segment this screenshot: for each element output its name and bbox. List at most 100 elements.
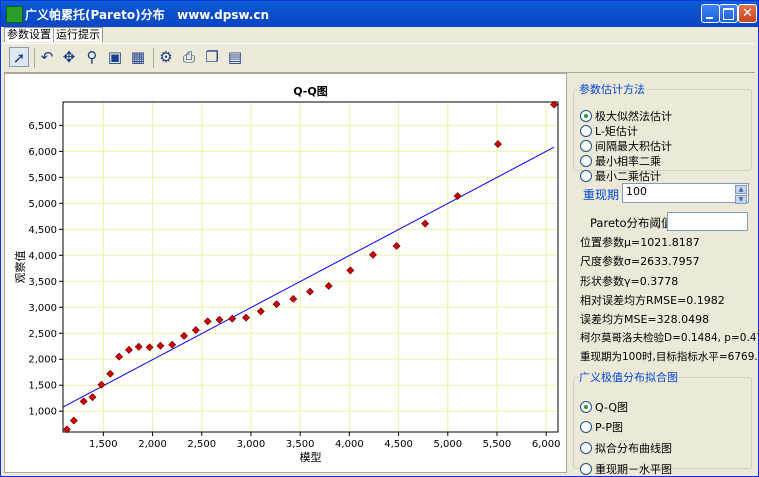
tab-parameters[interactable]: 参数设置	[4, 27, 54, 42]
settings-icon[interactable]: ⚙	[156, 47, 176, 67]
fit-line	[62, 146, 555, 408]
data-point	[369, 250, 377, 259]
data-point	[79, 397, 88, 406]
y-tick-label: 6,500	[28, 121, 57, 132]
minimize-button[interactable]	[701, 4, 720, 23]
data-point	[203, 317, 212, 326]
method-label: L-矩估计	[595, 125, 638, 138]
plot-option-label: Q-Q图	[595, 401, 628, 414]
radio-circle	[580, 110, 592, 122]
method-option-least-squares[interactable]: 最小二乘估计	[580, 170, 661, 184]
data-point	[168, 340, 177, 349]
copy-icon[interactable]: ❐	[202, 47, 222, 67]
method-label: 间隔最大积估计	[595, 140, 672, 153]
return-period-input[interactable]: 100 ▲ ▼	[622, 183, 749, 204]
spin-up-icon[interactable]: ▲	[735, 185, 747, 194]
data-point	[106, 369, 115, 378]
plot-group: 广义极值分布拟合图 Q-Q图 P-P图 拟合分布曲线图 重现期－水平图	[573, 369, 752, 476]
data-point	[124, 345, 133, 354]
chart-title: Q-Q图	[293, 85, 327, 98]
y-tick-label: 1,500	[28, 381, 57, 392]
method-option-mle[interactable]: 极大似然法估计	[580, 110, 672, 124]
threshold-label: Pareto分布阈值	[590, 216, 673, 230]
result-mse: 误差均方MSE=328.0498	[580, 313, 710, 326]
method-option-lmoment[interactable]: L-矩估计	[580, 125, 638, 139]
data-point	[289, 295, 298, 303]
data-point	[97, 380, 106, 389]
method-label: 最小相率二乘	[595, 155, 661, 168]
side-panel: 参数估计方法 极大似然法估计 L-矩估计 间隔最大积估计 最小相率二乘 最小二乘…	[571, 73, 759, 476]
data-point	[346, 266, 355, 275]
result-scale: 尺度参数σ=2633.7957	[580, 255, 700, 268]
minimize-icon	[706, 17, 713, 19]
return-period-label: 重现期	[583, 188, 620, 202]
toolbar: ➚ ↶ ✥ ⚲ ▣ ▦ ⚙ ⎙ ❐ ▤	[4, 43, 755, 73]
plot-option-pp[interactable]: P-P图	[580, 421, 623, 435]
radio-circle	[580, 401, 592, 413]
y-tick-label: 4,000	[28, 251, 57, 262]
save-icon[interactable]: ▤	[225, 47, 245, 67]
plot-option-label: 拟合分布曲线图	[595, 442, 672, 455]
threshold-input[interactable]	[667, 212, 748, 231]
radio-circle	[580, 140, 592, 152]
y-tick-label: 4,500	[28, 225, 57, 236]
x-axis-label: 模型	[300, 450, 322, 464]
radio-circle	[580, 155, 592, 167]
close-button[interactable]: ✕	[738, 4, 757, 23]
method-group-legend: 参数估计方法	[579, 83, 645, 96]
data-point	[494, 140, 502, 149]
method-label: 极大似然法估计	[595, 110, 672, 123]
data-point	[156, 341, 165, 350]
x-tick-label: 2,500	[187, 439, 216, 450]
data-point	[392, 241, 401, 250]
undo-icon[interactable]: ↶	[37, 47, 57, 67]
data-point	[272, 300, 281, 309]
plot-option-return-level[interactable]: 重现期－水平图	[580, 463, 672, 477]
print-icon[interactable]: ⎙	[179, 47, 199, 67]
zoom-icon[interactable]: ⚲	[82, 47, 102, 67]
radio-circle	[580, 442, 592, 454]
result-return-level: 重现期为100时,目标指标水平=6769.1627	[580, 351, 759, 363]
plot-group-legend: 广义极值分布拟合图	[579, 371, 678, 384]
radio-circle	[580, 463, 592, 475]
pan-icon[interactable]: ✥	[59, 47, 79, 67]
y-tick-label: 2,500	[28, 329, 57, 340]
window-title: 广义帕累托(Pareto)分布 www.dpsw.cn	[25, 8, 270, 22]
x-tick-label: 5,000	[433, 439, 462, 450]
radio-circle	[580, 421, 592, 433]
result-location: 位置参数μ=1021.8187	[580, 236, 700, 249]
plot-option-qq[interactable]: Q-Q图	[580, 401, 628, 415]
toolbar-separator	[34, 48, 35, 68]
y-tick-label: 1,000	[28, 407, 57, 418]
data-point	[242, 313, 251, 322]
export-icon[interactable]: ▣	[105, 47, 125, 67]
data-point	[134, 342, 143, 351]
result-shape: 形状参数γ=0.3778	[580, 275, 679, 288]
return-period-spinner[interactable]: ▲ ▼	[735, 185, 747, 204]
data-point	[256, 307, 265, 316]
plot-option-label: 重现期－水平图	[595, 463, 672, 476]
spin-down-icon[interactable]: ▼	[735, 195, 747, 204]
method-group: 参数估计方法 极大似然法估计 L-矩估计 间隔最大积估计 最小相率二乘 最小二乘…	[573, 81, 752, 183]
y-tick-label: 5,000	[28, 199, 57, 210]
method-option-min-rate[interactable]: 最小相率二乘	[580, 155, 661, 169]
app-window: 广义帕累托(Pareto)分布 www.dpsw.cn ✕ 参数设置 运行提示 …	[0, 0, 759, 477]
y-tick-label: 5,500	[28, 173, 57, 184]
maximize-button[interactable]	[719, 4, 738, 23]
data-icon[interactable]: ▦	[128, 47, 148, 67]
tab-run-log[interactable]: 运行提示	[53, 27, 103, 42]
y-tick-label: 6,000	[28, 147, 57, 158]
x-tick-label: 2,000	[138, 439, 167, 450]
return-period-value: 100	[626, 185, 647, 198]
plot-option-fit-curve[interactable]: 拟合分布曲线图	[580, 442, 672, 456]
method-option-msp[interactable]: 间隔最大积估计	[580, 140, 672, 154]
data-point	[324, 282, 333, 290]
data-point	[191, 326, 200, 335]
x-tick-label: 4,000	[335, 439, 364, 450]
pointer-icon[interactable]: ➚	[9, 47, 29, 67]
data-point	[215, 315, 224, 324]
method-label: 最小二乘估计	[595, 170, 661, 183]
app-icon	[6, 6, 23, 23]
y-tick-label: 3,000	[28, 303, 57, 314]
result-ks-test: 柯尔莫哥洛夫检验D=0.1484, p=0.4780	[580, 332, 759, 344]
